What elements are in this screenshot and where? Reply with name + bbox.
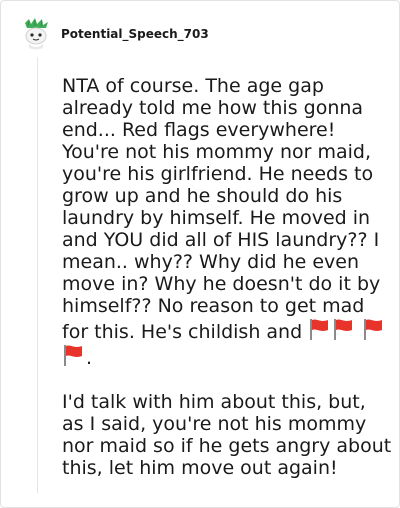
red-flag-icon — [310, 319, 329, 340]
thread-line[interactable] — [37, 57, 38, 493]
user-avatar-icon[interactable] — [19, 17, 53, 51]
comment-paragraph-1: NTA of course. The age gap already told … — [62, 75, 392, 369]
comment-card: Potential_Speech_703 NTA of course. The … — [0, 0, 400, 508]
comment-username[interactable]: Potential_Speech_703 — [61, 27, 209, 41]
comment-paragraph-2: I'd talk with him about this, but, as I … — [62, 391, 392, 479]
red-flag-icon — [364, 319, 383, 340]
red-flag-icon — [64, 345, 82, 366]
comment-paragraph-1-text: NTA of course. The age gap already told … — [62, 75, 381, 343]
red-flag-icon — [334, 319, 353, 340]
comment-body: NTA of course. The age gap already told … — [62, 75, 392, 501]
comment-paragraph-1-end: . — [86, 347, 93, 369]
comment-header: Potential_Speech_703 — [19, 15, 209, 53]
